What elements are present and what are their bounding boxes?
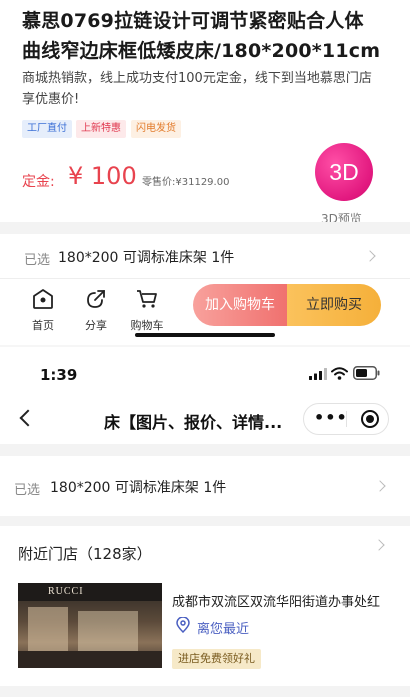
- share-icon: [87, 290, 105, 308]
- section-divider: [0, 444, 410, 456]
- nav-home-label: 首页: [32, 319, 54, 332]
- cart-icon: [137, 290, 157, 308]
- chevron-right-icon: [364, 250, 376, 262]
- tag-fast-shipping: 闪电发货: [131, 120, 181, 138]
- store-sign: [18, 583, 162, 601]
- buy-now-button[interactable]: 立即购买: [287, 284, 381, 326]
- close-target-icon[interactable]: [361, 410, 379, 428]
- location-pin-icon: [176, 617, 190, 633]
- home-indicator: [135, 333, 275, 337]
- nav-share[interactable]: 分享: [76, 288, 116, 333]
- page-title: 床【图片、报价、详情...: [104, 413, 283, 432]
- nav-cart[interactable]: 购物车: [127, 288, 167, 333]
- product-title: 慕思0769拉链设计可调节紧密贴合人体曲线窄边床框低矮皮床/180*200*11…: [22, 10, 381, 62]
- store-gift-badge[interactable]: 进店免费领好礼: [172, 649, 261, 669]
- retail-price: 零售价:¥31129.00: [142, 173, 229, 188]
- nav-cart-label: 购物车: [130, 319, 164, 332]
- store-interior: [78, 611, 138, 651]
- nav-share-label: 分享: [85, 319, 107, 332]
- deposit-label: 定金:: [22, 174, 55, 190]
- wifi-icon: [331, 367, 348, 380]
- status-time: 1:39: [40, 366, 78, 384]
- selected-spec-row-2[interactable]: 已选 180*200 可调标准床架 1件: [0, 464, 410, 508]
- store-distance: 离您最近: [197, 622, 250, 637]
- tag-factory-direct: 工厂直付: [22, 120, 72, 138]
- selected-spec-row[interactable]: 已选 180*200 可调标准床架 1件: [0, 236, 410, 280]
- nav-home[interactable]: 首页: [23, 288, 63, 333]
- more-icon[interactable]: •••: [314, 408, 348, 427]
- selected-label: 已选: [24, 253, 51, 268]
- add-to-cart-button[interactable]: 加入购物车: [193, 284, 287, 326]
- section-divider: [0, 686, 410, 697]
- home-icon: [33, 289, 53, 309]
- chevron-right-icon: [374, 480, 386, 492]
- section-divider: [0, 516, 410, 526]
- selected-value-2: 180*200 可调标准床架 1件: [50, 480, 227, 496]
- capsule-divider: [346, 411, 347, 427]
- store-brand-text: RUCCI: [48, 586, 84, 597]
- store-floor: [18, 651, 162, 668]
- store-photo[interactable]: RUCCI: [18, 583, 162, 668]
- product-description: 商城热销款，线上成功支付100元定金，线下到当地慕思门店享优惠价!: [22, 71, 372, 107]
- store-address: 成都市双流区双流华阳街道办事处红: [172, 595, 381, 610]
- divider: [0, 278, 410, 279]
- section-divider: [0, 222, 410, 234]
- deposit-price: ¥ 100: [68, 162, 137, 190]
- back-arrow-icon[interactable]: [19, 409, 37, 427]
- selected-value: 180*200 可调标准床架 1件: [58, 250, 235, 266]
- 3d-preview-button[interactable]: 3D: [315, 143, 373, 201]
- screen-divider: [0, 345, 410, 347]
- signal-icon: [309, 368, 327, 380]
- battery-icon: [353, 366, 380, 380]
- store-window: [28, 607, 68, 657]
- nearby-stores-title: 附近门店（128家）: [18, 545, 152, 563]
- tag-new-discount: 上新特惠: [76, 120, 126, 138]
- selected-label-2: 已选: [14, 483, 41, 498]
- chevron-right-icon[interactable]: [373, 539, 385, 551]
- retail-price-value: ¥31129.00: [175, 177, 230, 188]
- retail-price-label: 零售价:: [142, 177, 176, 188]
